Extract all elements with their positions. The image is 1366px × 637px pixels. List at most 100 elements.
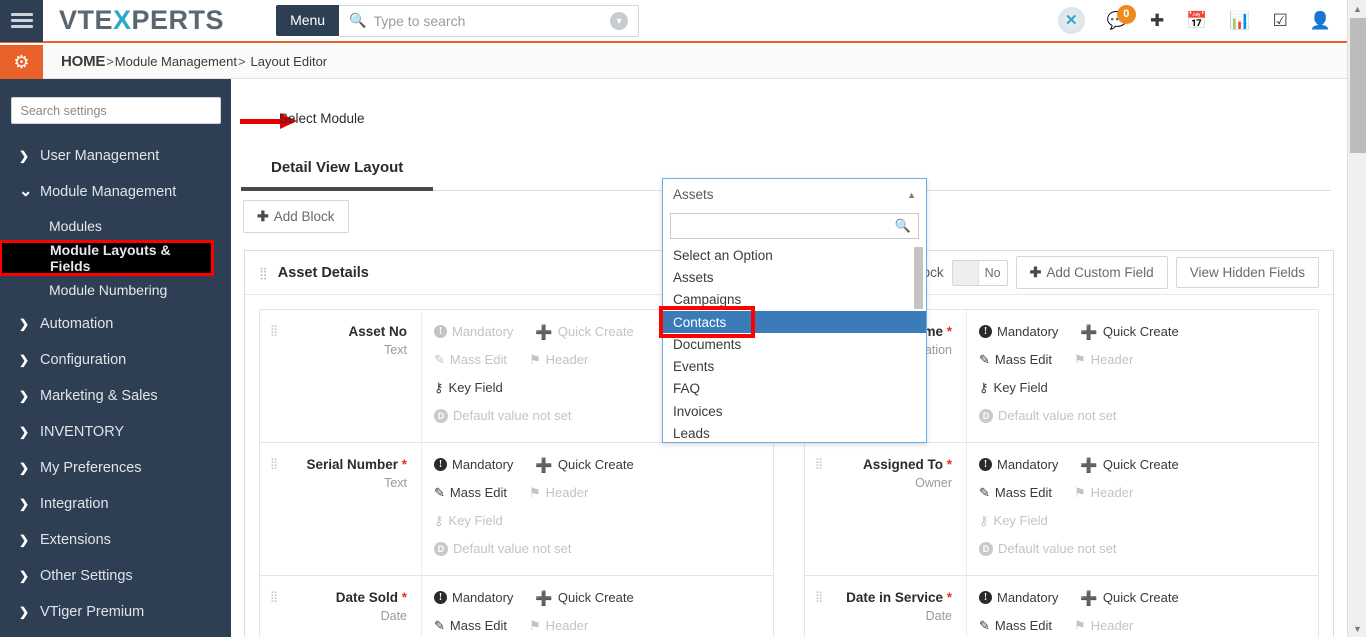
mass-edit-toggle[interactable]: ✎ Mass Edit <box>979 485 1052 500</box>
dropdown-search-input[interactable] <box>678 218 895 234</box>
scroll-up-icon[interactable]: ▲ <box>1348 0 1366 17</box>
drag-handle-icon[interactable]: ⣿ <box>270 459 278 470</box>
scroll-down-icon[interactable]: ▼ <box>1348 620 1366 637</box>
default-value-label: Default value not set <box>453 408 572 423</box>
drag-handle-icon[interactable]: ⣿ <box>270 592 278 603</box>
quick-create-toggle[interactable]: ➕ Quick Create <box>1080 457 1178 472</box>
dropdown-option-events[interactable]: Events <box>663 355 926 377</box>
add-custom-field-button[interactable]: ✚ Add Custom Field <box>1015 256 1168 289</box>
field-option-row: ✎ Mass Edit ⚑ Header <box>434 618 761 633</box>
mandatory-toggle-label: Mandatory <box>452 457 514 472</box>
mass-edit-toggle[interactable]: ✎ Mass Edit <box>979 618 1052 633</box>
add-custom-field-label: Add Custom Field <box>1046 265 1154 280</box>
add-circle-icon[interactable]: ✚ <box>1150 12 1164 29</box>
mandatory-toggle[interactable]: ! Mandatory <box>979 324 1058 339</box>
dropdown-option-label: FAQ <box>673 381 701 397</box>
sidebar-item-label: Extensions <box>40 532 111 548</box>
dropdown-option-faq[interactable]: FAQ <box>663 378 926 400</box>
sidebar-item-modules[interactable]: Modules <box>0 210 231 242</box>
gear-icon: ⚙ <box>13 51 30 72</box>
sidebar-item-label: Module Numbering <box>49 282 168 298</box>
hamburger-menu-button[interactable] <box>0 0 43 42</box>
drag-handle-icon[interactable]: ⣿ <box>815 459 823 470</box>
quick-create-toggle[interactable]: ➕ Quick Create <box>535 590 633 605</box>
sidebar-item-integration[interactable]: ❯ Integration <box>0 486 231 522</box>
quick-create-toggle[interactable]: ➕ Quick Create <box>535 457 633 472</box>
key-field-toggle: ⚷ Key Field <box>979 513 1048 528</box>
sidebar-item-module-layouts-fields[interactable]: Module Layouts & Fields <box>0 240 214 276</box>
dropdown-option-contacts[interactable]: Contacts <box>663 310 926 334</box>
scrollbar-thumb[interactable] <box>1350 18 1366 153</box>
drag-handle-icon[interactable]: ⣿ <box>259 267 269 279</box>
header-toggle-label: Header <box>545 352 589 367</box>
quick-create-toggle[interactable]: ➕ Quick Create <box>1080 590 1178 605</box>
mandatory-toggle[interactable]: ! Mandatory <box>979 590 1058 605</box>
settings-search-input[interactable] <box>10 97 221 124</box>
module-select-dropdown[interactable]: Assets ▲ 🔍 Select an Option Assets Campaig… <box>662 178 927 443</box>
mandatory-toggle[interactable]: ! Mandatory <box>434 590 513 605</box>
dropdown-option-assets[interactable]: Assets <box>663 266 926 288</box>
dropdown-search[interactable]: 🔍 <box>670 213 919 239</box>
mass-edit-toggle[interactable]: ✎ Mass Edit <box>434 618 507 633</box>
sidebar-item-automation[interactable]: ❯ Automation <box>0 306 231 342</box>
sidebar-item-user-management[interactable]: ❯ User Management <box>0 138 231 174</box>
sidebar-item-extensions[interactable]: ❯ Extensions <box>0 522 231 558</box>
drag-handle-icon[interactable]: ⣿ <box>270 326 278 337</box>
calendar-icon[interactable]: 📅 <box>1186 12 1207 29</box>
sidebar-item-configuration[interactable]: ❯ Configuration <box>0 342 231 378</box>
breadcrumb: HOME > Module Management > Layout Editor <box>61 53 327 70</box>
dropdown-option-documents[interactable]: Documents <box>663 333 926 355</box>
drag-handle-icon[interactable]: ⣿ <box>815 592 823 603</box>
field-option-row: ! Mandatory ➕ Quick Create <box>434 457 761 472</box>
key-field-toggle[interactable]: ⚷ Key Field <box>979 380 1048 395</box>
breadcrumb-module-management[interactable]: Module Management <box>115 54 237 69</box>
sidebar-item-vtiger-premium[interactable]: ❯ VTiger Premium <box>0 594 231 630</box>
chevron-right-icon: ❯ <box>19 317 30 331</box>
brand-text-2: PERTS <box>131 5 225 35</box>
analytics-icon[interactable]: 📊 <box>1229 12 1250 29</box>
chevron-down-circle-icon[interactable]: ▼ <box>610 11 629 30</box>
chat-icon[interactable]: 💬 0 <box>1107 5 1136 29</box>
mass-edit-toggle[interactable]: ✎ Mass Edit <box>434 485 507 500</box>
add-block-button[interactable]: ✚ Add Block <box>243 200 349 233</box>
mandatory-toggle[interactable]: ! Mandatory <box>979 457 1058 472</box>
sidebar-item-other-settings[interactable]: ❯ Other Settings <box>0 558 231 594</box>
dropdown-scrollbar-thumb[interactable] <box>914 247 923 309</box>
mass-edit-toggle[interactable]: ✎ Mass Edit <box>979 352 1052 367</box>
sidebar-item-my-preferences[interactable]: ❯ My Preferences <box>0 450 231 486</box>
key-field-toggle-label: Key Field <box>448 380 503 395</box>
sidebar-item-module-management[interactable]: ⌄ Module Management <box>0 174 231 210</box>
dropdown-option-leads[interactable]: Leads <box>663 422 926 442</box>
mass-edit-toggle-label: Mass Edit <box>994 485 1052 500</box>
dropdown-option-invoices[interactable]: Invoices <box>663 400 926 422</box>
settings-gear-button[interactable]: ⚙ <box>0 44 43 79</box>
page-scrollbar[interactable]: ▲ ▼ <box>1347 0 1366 637</box>
chevron-right-icon: ❯ <box>19 425 30 439</box>
sidebar-item-marketing-sales[interactable]: ❯ Marketing & Sales <box>0 378 231 414</box>
exclamation-icon: ! <box>434 591 447 604</box>
toggle-value: No <box>984 265 1001 280</box>
mass-edit-toggle-label: Mass Edit <box>449 485 507 500</box>
header-toggle-label: Header <box>1090 352 1134 367</box>
field-name: Assigned To <box>862 457 943 472</box>
tab-detail-view-layout[interactable]: Detail View Layout <box>241 159 434 191</box>
quick-create-toggle[interactable]: ➕ Quick Create <box>1080 324 1178 339</box>
key-field-toggle[interactable]: ⚷ Key Field <box>434 380 503 395</box>
global-search[interactable]: 🔍 ▼ <box>339 4 640 37</box>
sidebar-item-module-numbering[interactable]: Module Numbering <box>0 274 231 306</box>
sidebar-item-inventory[interactable]: ❯ INVENTORY <box>0 414 231 450</box>
field-type: Owner <box>915 475 952 490</box>
checkbox-task-icon[interactable]: ☑ <box>1273 12 1288 29</box>
xpert-logo-icon[interactable]: ✕ <box>1057 7 1085 34</box>
view-hidden-fields-button[interactable]: View Hidden Fields <box>1175 257 1319 288</box>
dropdown-option-campaigns[interactable]: Campaigns <box>663 289 926 311</box>
dropdown-option-select-an-option[interactable]: Select an Option <box>663 244 926 266</box>
mandatory-toggle[interactable]: ! Mandatory <box>434 457 513 472</box>
module-select-toggle[interactable]: Assets ▲ <box>663 179 926 210</box>
search-input[interactable] <box>366 12 611 29</box>
menu-button[interactable]: Menu <box>276 4 340 37</box>
breadcrumb-home[interactable]: HOME <box>61 53 105 70</box>
collapse-block-toggle[interactable]: No <box>951 259 1008 286</box>
user-icon[interactable]: 👤 <box>1310 12 1331 29</box>
dropdown-option-label: Events <box>673 359 715 375</box>
